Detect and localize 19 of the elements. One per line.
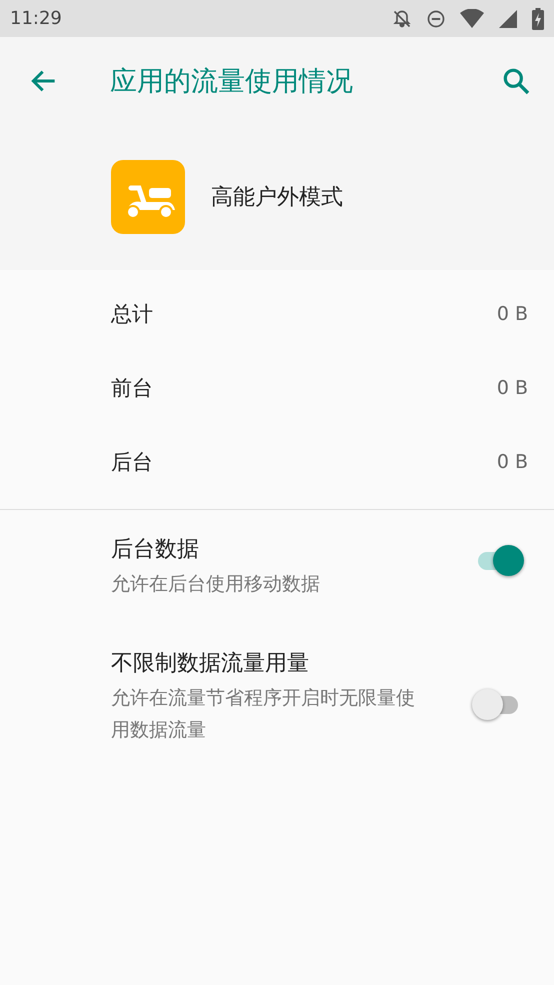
usage-value: 0 B xyxy=(496,303,528,325)
usage-label: 总计 xyxy=(111,301,154,328)
wifi-icon xyxy=(460,8,484,28)
setting-title: 不限制数据流量用量 xyxy=(111,650,310,678)
battery-icon xyxy=(532,8,544,30)
usage-label: 前台 xyxy=(111,375,154,402)
usage-label: 后台 xyxy=(111,449,154,476)
page-title: 应用的流量使用情况 xyxy=(110,65,354,99)
signal-icon xyxy=(498,8,518,28)
usage-value: 0 B xyxy=(496,377,528,399)
setting-title: 后台数据 xyxy=(111,536,200,564)
status-time: 11:29 xyxy=(10,8,63,29)
app-name: 高能户外模式 xyxy=(211,184,343,212)
do-not-disturb-icon xyxy=(426,8,446,28)
notifications-off-icon xyxy=(392,8,412,28)
usage-value: 0 B xyxy=(496,451,528,473)
setting-summary: 允许在后台使用移动数据 xyxy=(111,572,321,597)
scooter-icon xyxy=(111,160,185,234)
setting-summary: 允许在流量节省程序开启时无限量使用数据流量 xyxy=(111,686,416,743)
